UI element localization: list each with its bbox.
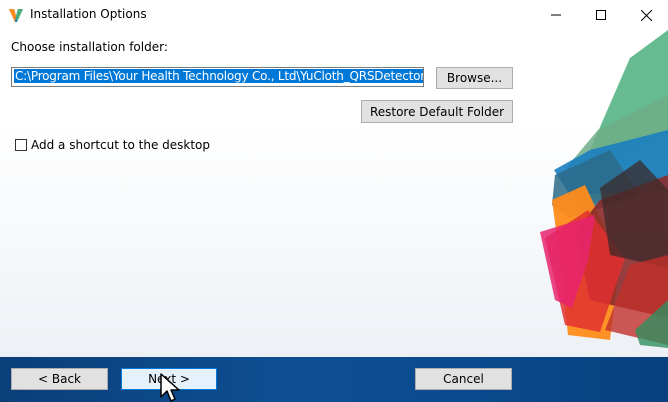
browse-button[interactable]: Browse...: [436, 67, 513, 89]
install-folder-path: C:\Program Files\Your Health Technology …: [14, 69, 424, 83]
desktop-shortcut-checkbox[interactable]: [15, 139, 27, 151]
decorative-background-shapes: [540, 30, 668, 348]
maximize-button[interactable]: [579, 0, 623, 30]
next-button[interactable]: Next >: [121, 368, 217, 390]
cancel-button[interactable]: Cancel: [415, 368, 512, 390]
app-logo-icon: [9, 9, 23, 22]
install-folder-input[interactable]: C:\Program Files\Your Health Technology …: [11, 67, 424, 87]
close-button[interactable]: [624, 0, 668, 30]
close-icon: [640, 9, 652, 21]
restore-default-folder-button[interactable]: Restore Default Folder: [361, 100, 513, 123]
desktop-shortcut-label[interactable]: Add a shortcut to the desktop: [31, 138, 210, 152]
minimize-button[interactable]: [534, 0, 578, 30]
back-button[interactable]: < Back: [11, 368, 108, 390]
desktop-shortcut-option[interactable]: Add a shortcut to the desktop: [15, 138, 210, 152]
installer-window: Installation Options Choose installation…: [0, 0, 668, 402]
folder-label: Choose installation folder:: [11, 40, 168, 54]
title-bar: Installation Options: [0, 0, 668, 30]
maximize-icon: [596, 10, 606, 20]
window-title: Installation Options: [30, 7, 147, 21]
minimize-icon: [551, 14, 561, 16]
